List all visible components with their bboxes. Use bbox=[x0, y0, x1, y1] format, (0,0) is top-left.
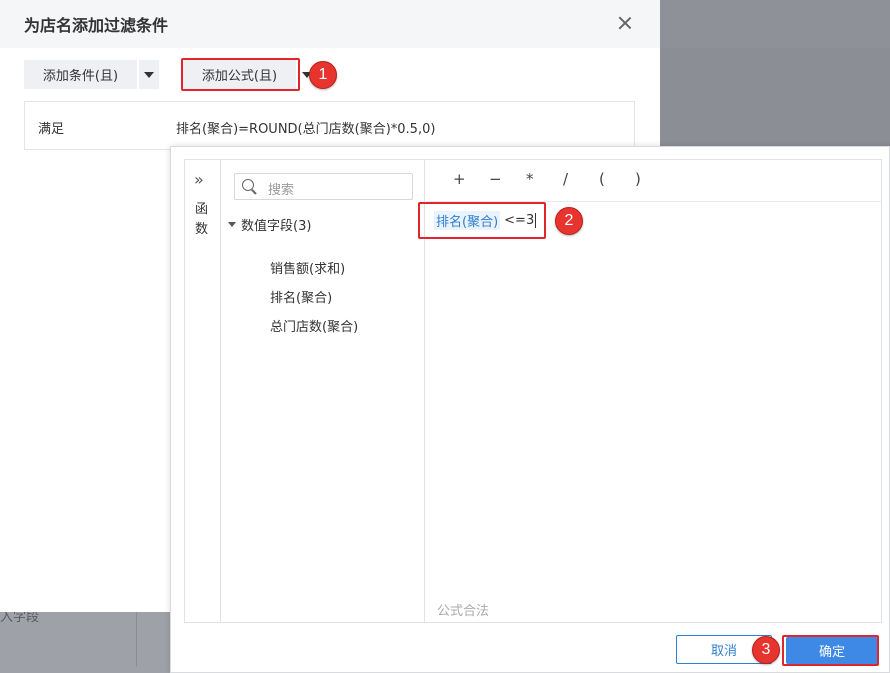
backdrop-panel bbox=[660, 48, 890, 146]
add-condition-button[interactable]: 添加条件(且) bbox=[24, 60, 137, 89]
search-placeholder: 搜索 bbox=[268, 183, 295, 198]
multiply-operator-button[interactable]: * bbox=[526, 170, 534, 188]
highlight-box-3 bbox=[782, 635, 879, 666]
callout-badge-3: 3 bbox=[752, 636, 780, 664]
highlight-box-1 bbox=[181, 58, 300, 91]
condition-formula[interactable]: 排名(聚合)=ROUND(总门店数(聚合)*0.5,0) bbox=[176, 118, 435, 137]
field-item[interactable]: 销售额(求和) bbox=[270, 258, 345, 277]
operator-toolbar: + − * / ( ) bbox=[426, 160, 882, 202]
highlight-box-2 bbox=[418, 202, 546, 239]
condition-row: 满足 排名(聚合)=ROUND(总门店数(聚合)*0.5,0) bbox=[24, 101, 635, 150]
field-panel: 搜索 数值字段(3) 销售额(求和) 排名(聚合) 总门店数(聚合) bbox=[222, 160, 425, 622]
close-icon[interactable] bbox=[616, 14, 634, 32]
divide-operator-button[interactable]: / bbox=[563, 170, 568, 188]
search-icon bbox=[242, 179, 258, 195]
formula-status: 公式合法 bbox=[437, 604, 490, 619]
collapse-icon[interactable] bbox=[228, 222, 236, 227]
expand-functions-icon[interactable]: » bbox=[194, 170, 204, 189]
plus-operator-button[interactable]: + bbox=[453, 170, 466, 188]
field-item[interactable]: 总门店数(聚合) bbox=[270, 316, 358, 335]
dialog-header: 为店名添加过滤条件 bbox=[0, 0, 660, 48]
search-input[interactable]: 搜索 bbox=[234, 173, 413, 200]
tree-group-numeric-fields[interactable]: 数值字段(3) bbox=[241, 215, 311, 234]
backdrop bbox=[660, 0, 890, 48]
field-item[interactable]: 排名(聚合) bbox=[270, 287, 332, 306]
dialog-title: 为店名添加过滤条件 bbox=[24, 16, 169, 35]
open-paren-button[interactable]: ( bbox=[599, 170, 605, 188]
close-paren-button[interactable]: ) bbox=[635, 170, 641, 188]
condition-label: 满足 bbox=[38, 122, 65, 137]
minus-operator-button[interactable]: − bbox=[489, 170, 502, 188]
callout-badge-2: 2 bbox=[555, 207, 583, 235]
callout-badge-1: 1 bbox=[309, 61, 337, 89]
caret-down-icon bbox=[144, 71, 154, 78]
functions-panel: » 函数 bbox=[185, 160, 221, 622]
functions-tab[interactable]: 函数 bbox=[195, 200, 211, 240]
add-condition-dropdown-button[interactable] bbox=[139, 60, 159, 89]
